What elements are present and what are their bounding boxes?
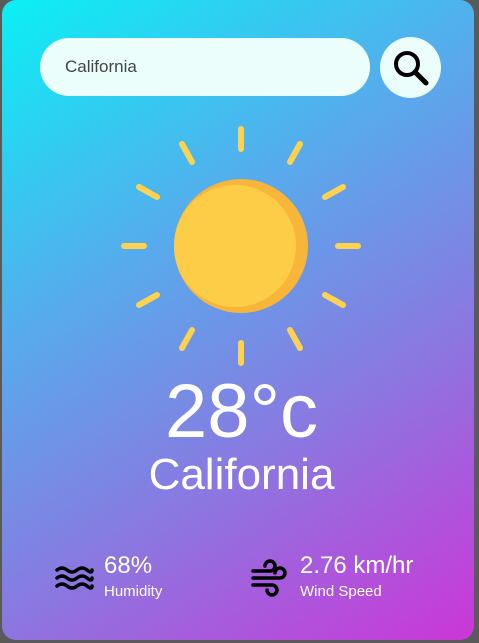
wind-texts: 2.76 km/hr Wind Speed	[300, 552, 413, 601]
waves-icon	[55, 566, 94, 590]
search-button[interactable]	[380, 37, 441, 98]
wind-icon	[251, 559, 287, 597]
weather-card: 28°c California 68% Humidity 2.76 km/hr …	[2, 0, 474, 640]
wind-value: 2.76 km/hr	[300, 552, 414, 579]
humidity-detail: 68% Humidity	[54, 552, 162, 601]
temperature: 28°c	[165, 369, 318, 454]
city-name: California	[148, 450, 335, 499]
wind-detail: 2.76 km/hr Wind Speed	[250, 552, 413, 601]
search-input[interactable]	[65, 57, 335, 77]
wind-label: Wind Speed	[300, 583, 382, 600]
sun-icon	[121, 126, 361, 366]
humidity-value: 68%	[104, 552, 153, 579]
humidity-label: Humidity	[104, 583, 163, 600]
humidity-texts: 68% Humidity	[104, 552, 162, 601]
search-field[interactable]	[40, 38, 370, 96]
search-icon	[393, 50, 428, 85]
